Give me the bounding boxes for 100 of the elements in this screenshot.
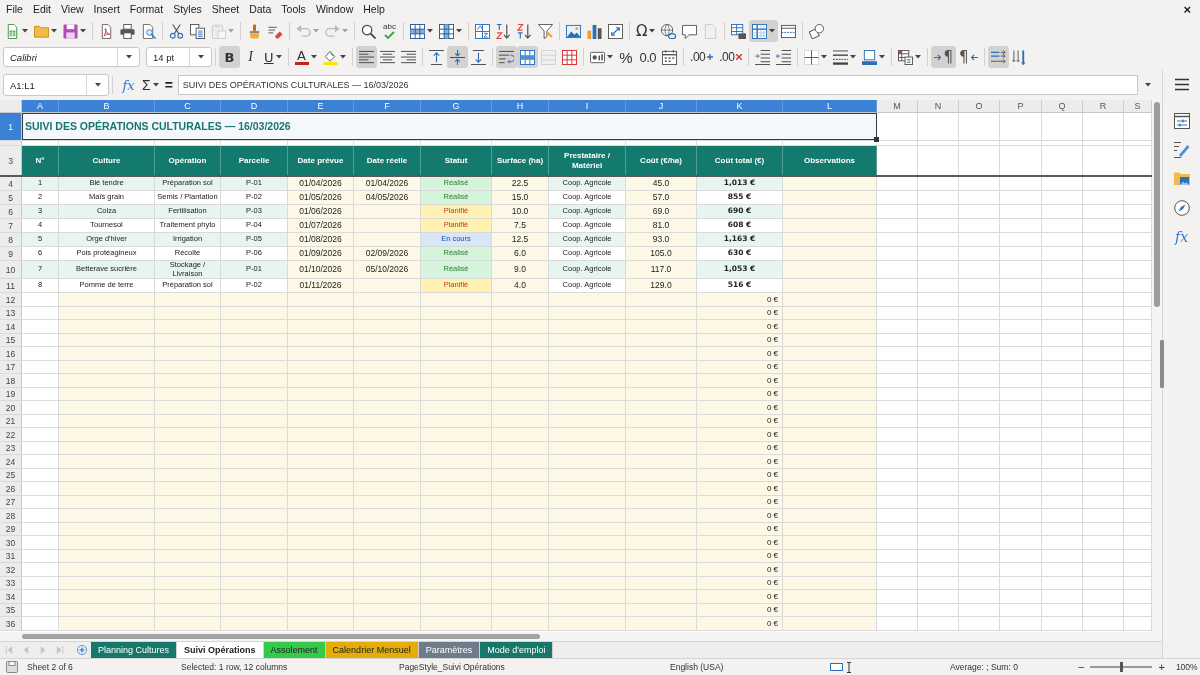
- menu-item[interactable]: Sheet: [206, 1, 245, 17]
- menu-item[interactable]: Styles: [168, 1, 207, 17]
- right-to-left-button[interactable]: ¶: [956, 46, 981, 68]
- column-header[interactable]: M: [877, 100, 918, 113]
- underline-button[interactable]: U: [261, 46, 285, 68]
- row-header[interactable]: 21: [0, 414, 22, 428]
- row-header[interactable]: 29: [0, 522, 22, 536]
- column-header[interactable]: D: [221, 100, 288, 113]
- column-header[interactable]: P: [1000, 100, 1042, 113]
- row-header[interactable]: 19: [0, 387, 22, 401]
- menu-item[interactable]: Tools: [276, 1, 311, 17]
- column-header[interactable]: N: [918, 100, 959, 113]
- formula-button[interactable]: =: [161, 74, 176, 96]
- left-to-right-button[interactable]: ¶: [931, 46, 956, 68]
- merge-center-button[interactable]: [516, 46, 538, 68]
- row-header[interactable]: 18: [0, 374, 22, 387]
- number-format-button[interactable]: 0.0: [636, 46, 660, 68]
- row-header[interactable]: 27: [0, 495, 22, 509]
- bold-button[interactable]: B: [219, 46, 240, 68]
- font-size-combobox[interactable]: 14 pt: [146, 47, 212, 67]
- menu-item[interactable]: Edit: [27, 1, 56, 17]
- scroll-thumb[interactable]: [1154, 102, 1160, 307]
- column-header[interactable]: L: [783, 100, 877, 113]
- column-header[interactable]: R: [1083, 100, 1124, 113]
- functions-button[interactable]: fx: [1168, 222, 1195, 251]
- sheet-tab[interactable]: Mode d'emploi: [480, 642, 554, 658]
- row-header[interactable]: 23: [0, 441, 22, 455]
- row-header[interactable]: 14: [0, 320, 22, 333]
- align-left-button[interactable]: [355, 46, 377, 68]
- percent-format-button[interactable]: %: [615, 46, 637, 68]
- row-header[interactable]: 26: [0, 482, 22, 495]
- column-header[interactable]: Q: [1042, 100, 1083, 113]
- special-character-button[interactable]: Ω: [633, 20, 659, 42]
- sheet-tab[interactable]: Calendrier Mensuel: [325, 642, 419, 658]
- menu-item[interactable]: File: [1, 1, 28, 17]
- sidebar-handle[interactable]: [1160, 340, 1164, 388]
- font-name-combobox[interactable]: Calibri: [3, 47, 140, 67]
- row-header[interactable]: 22: [0, 428, 22, 441]
- menu-item[interactable]: Window: [310, 1, 359, 17]
- column-header[interactable]: K: [697, 100, 783, 113]
- scroll-thumb[interactable]: [22, 634, 540, 639]
- row-header[interactable]: 11: [0, 279, 22, 293]
- row-header[interactable]: 16: [0, 347, 22, 360]
- sheet-tab[interactable]: Assolement: [263, 642, 326, 658]
- column-header[interactable]: B: [59, 100, 155, 113]
- column-header[interactable]: C: [155, 100, 221, 113]
- row-header[interactable]: 35: [0, 603, 22, 617]
- delete-decimal-button[interactable]: .00: [716, 46, 746, 68]
- freeze-button[interactable]: [749, 20, 779, 42]
- close-document-button[interactable]: ×: [1183, 2, 1191, 16]
- wrap-text-button[interactable]: [495, 46, 517, 68]
- row-header[interactable]: 15: [0, 333, 22, 347]
- row-header[interactable]: 7: [0, 219, 22, 232]
- column-header[interactable]: G: [421, 100, 492, 113]
- formula-input[interactable]: SUIVI DES OPÉRATIONS CULTURALES — 16/03/2026: [177, 75, 1138, 95]
- sheet-tab[interactable]: Planning Cultures: [91, 642, 178, 658]
- row-header[interactable]: 6: [0, 205, 22, 218]
- fill-handle[interactable]: [874, 137, 879, 142]
- sheet-tab[interactable]: Paramètres: [418, 642, 481, 658]
- row-header[interactable]: 30: [0, 536, 22, 549]
- row-header[interactable]: 5: [0, 191, 22, 204]
- font-color-button[interactable]: A: [291, 46, 320, 68]
- menu-item[interactable]: Format: [124, 1, 169, 17]
- row-header[interactable]: 10: [0, 261, 22, 279]
- name-box[interactable]: A1:L1: [3, 74, 109, 96]
- menu-item[interactable]: View: [56, 1, 89, 17]
- row-header[interactable]: 3: [0, 146, 22, 175]
- column-header[interactable]: E: [288, 100, 354, 113]
- row-header[interactable]: 17: [0, 360, 22, 374]
- row-header[interactable]: 13: [0, 306, 22, 320]
- column-header[interactable]: I: [549, 100, 626, 113]
- sum-button[interactable]: Σ: [139, 74, 162, 96]
- row-header[interactable]: 24: [0, 455, 22, 468]
- spelling-button[interactable]: abc: [379, 20, 400, 42]
- sheet-tab[interactable]: Suivi Opérations: [177, 642, 264, 658]
- function-wizard-button[interactable]: fx: [118, 74, 139, 96]
- row-header[interactable]: 31: [0, 549, 22, 563]
- row-header[interactable]: 32: [0, 563, 22, 576]
- add-decimal-button[interactable]: .00: [687, 46, 717, 68]
- column-header[interactable]: F: [354, 100, 421, 113]
- zoom-slider-thumb[interactable]: [1120, 662, 1124, 672]
- zoom-in-button[interactable]: +: [1158, 661, 1165, 673]
- row-header[interactable]: 8: [0, 233, 22, 246]
- row-header[interactable]: 20: [0, 401, 22, 414]
- menu-item[interactable]: Data: [244, 1, 277, 17]
- row-header[interactable]: 36: [0, 617, 22, 630]
- row-header[interactable]: 28: [0, 509, 22, 522]
- row-header[interactable]: 34: [0, 590, 22, 603]
- row-header[interactable]: 1: [0, 113, 22, 140]
- text-left-to-right-button[interactable]: [987, 46, 1009, 68]
- center-vertically-button[interactable]: [446, 46, 468, 68]
- row-header[interactable]: 4: [0, 177, 22, 190]
- column-header[interactable]: H: [492, 100, 549, 113]
- column-header[interactable]: A: [22, 100, 59, 113]
- row-header[interactable]: 9: [0, 247, 22, 260]
- zoom-percent[interactable]: 100%: [1175, 662, 1198, 672]
- column-header[interactable]: S: [1124, 100, 1152, 113]
- menu-item[interactable]: Help: [358, 1, 390, 17]
- menu-item[interactable]: Insert: [88, 1, 125, 17]
- row-header[interactable]: 33: [0, 576, 22, 590]
